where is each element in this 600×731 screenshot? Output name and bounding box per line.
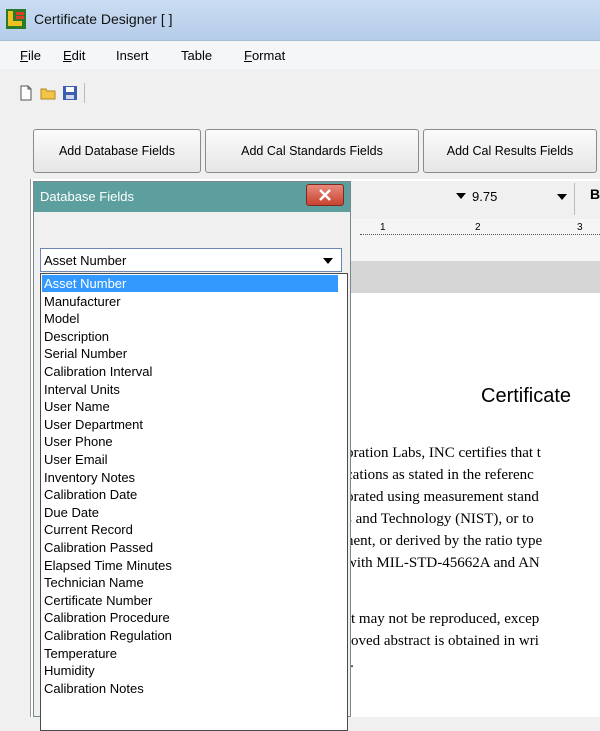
ruler-ticks: [360, 232, 600, 235]
dropdown-option[interactable]: Calibration Procedure: [42, 609, 338, 626]
format-bar: [340, 181, 600, 219]
dropdown-option[interactable]: User Department: [42, 416, 338, 433]
menu-insert[interactable]: Insert: [116, 48, 149, 63]
document-line: roved abstract is obtained in wri: [346, 633, 539, 649]
app-icon: [6, 9, 26, 29]
document-line: orated using measurement stand: [346, 489, 539, 505]
dropdown-option[interactable]: Humidity: [42, 662, 338, 679]
dropdown-option[interactable]: Calibration Passed: [42, 539, 338, 556]
window-title: Certificate Designer [ ]: [34, 11, 173, 27]
chevron-down-icon[interactable]: [323, 258, 333, 264]
document-line: cations as stated in the referenc: [346, 467, 534, 483]
dropdown-option[interactable]: Calibration Interval: [42, 363, 338, 380]
document-line: rt may not be reproduced, excep: [346, 611, 540, 627]
save-icon[interactable]: [62, 85, 78, 101]
dropdown-option[interactable]: User Name: [42, 398, 338, 415]
font-size-dropdown-arrow[interactable]: [557, 194, 567, 200]
menu-bar: [0, 41, 600, 69]
add-cal-results-fields-button[interactable]: Add Cal Results Fields: [423, 129, 597, 173]
dropdown-option[interactable]: Description: [42, 328, 338, 345]
document-line: with MIL-STD-45662A and AN: [346, 555, 540, 571]
dropdown-option[interactable]: Calibration Regulation: [42, 627, 338, 644]
panel-title: Database Fields: [40, 189, 134, 204]
document-line: s and Technology (NIST), or to: [346, 511, 534, 527]
document-line: bration Labs, INC certifies that t: [346, 445, 541, 461]
dropdown-option[interactable]: Interval Units: [42, 381, 338, 398]
dropdown-option[interactable]: Asset Number: [42, 275, 338, 292]
toolbar-separator: [84, 83, 85, 103]
menu-format[interactable]: Format: [244, 48, 285, 63]
dropdown-option[interactable]: Serial Number: [42, 345, 338, 362]
close-icon[interactable]: [306, 184, 344, 206]
new-file-icon[interactable]: [18, 85, 34, 101]
ruler: [340, 219, 600, 261]
dropdown-option[interactable]: User Email: [42, 451, 338, 468]
font-dropdown-arrow[interactable]: [456, 193, 466, 199]
dropdown-option[interactable]: Due Date: [42, 504, 338, 521]
menu-file[interactable]: File: [20, 48, 41, 63]
dropdown-option[interactable]: Inventory Notes: [42, 469, 338, 486]
toolbar: [0, 69, 600, 125]
page-margin-strip: [340, 261, 600, 293]
dropdown-option[interactable]: Temperature: [42, 645, 338, 662]
font-size-value[interactable]: 9.75: [472, 189, 497, 204]
add-cal-standards-fields-button[interactable]: Add Cal Standards Fields: [205, 129, 419, 173]
dropdown-option[interactable]: Manufacturer: [42, 293, 338, 310]
dropdown-option[interactable]: Calibration Notes: [42, 680, 338, 697]
dropdown-option[interactable]: User Phone: [42, 433, 338, 450]
open-folder-icon[interactable]: [40, 85, 56, 101]
dropdown-option[interactable]: Calibration Date: [42, 486, 338, 503]
dropdown-option[interactable]: Certificate Number: [42, 592, 338, 609]
field-select-value: Asset Number: [44, 253, 127, 268]
dropdown-option[interactable]: Elapsed Time Minutes: [42, 557, 338, 574]
format-separator: [574, 183, 575, 215]
dropdown-option[interactable]: Technician Name: [42, 574, 338, 591]
menu-table[interactable]: Table: [181, 48, 212, 63]
menu-edit[interactable]: Edit: [63, 48, 85, 63]
document-title: Certificate: [481, 385, 572, 407]
dropdown-option[interactable]: Current Record: [42, 521, 338, 538]
add-database-fields-button[interactable]: Add Database Fields: [33, 129, 201, 173]
dropdown-option[interactable]: Model: [42, 310, 338, 327]
document-line: hent, or derived by the ratio type: [346, 533, 543, 549]
bold-button[interactable]: B: [590, 186, 600, 202]
